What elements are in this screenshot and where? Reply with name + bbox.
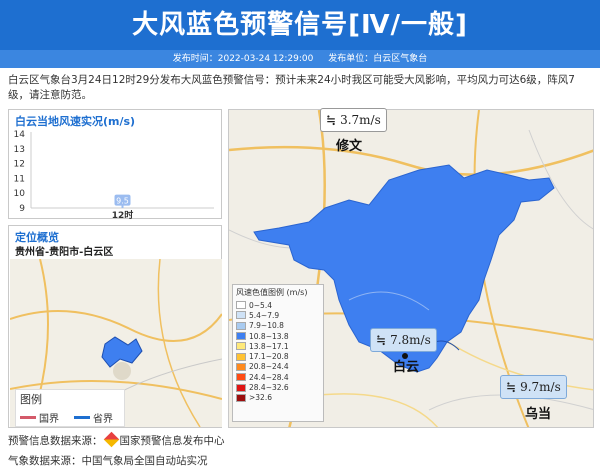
y-tick-label: 13: [14, 145, 25, 155]
warning-source-org[interactable]: 国家预警信息发布中心: [120, 435, 225, 447]
legend-label: 国界: [39, 414, 59, 425]
wind-speed-data-label: 9.5: [116, 197, 129, 206]
speed-legend-label: >32.6: [249, 393, 272, 403]
speed-legend-label: 17.1~20.8: [249, 352, 289, 362]
wind-icon: ≒: [326, 113, 337, 127]
speed-legend-swatch: [236, 342, 246, 351]
y-tick-label: 10: [14, 189, 26, 199]
station-callout-baiyun[interactable]: ≒ 7.8m/s: [370, 328, 437, 352]
y-tick-label: 14: [14, 130, 26, 140]
national-border-swatch: [20, 416, 36, 419]
speed-legend-swatch: [236, 383, 246, 392]
emergency-logo-icon: [103, 431, 119, 448]
speed-legend-label: 13.8~17.1: [249, 341, 289, 351]
y-tick-label: 11: [14, 174, 25, 184]
speed-legend-label: 0~5.4: [249, 300, 272, 310]
publish-time: 发布时间：2022-03-24 12:29:00: [172, 54, 314, 64]
speed-legend-item: 13.8~17.1: [233, 341, 323, 351]
province-border-swatch: [74, 416, 90, 419]
location-overview-panel: 定位概览 贵州省-贵阳市-白云区 图例 国界 省界: [8, 225, 222, 428]
speed-legend-item: >32.6: [233, 393, 323, 403]
speed-color-legend: 风速色值图例 (m/s) 0~5.4 5.4~7.9 7.9~10.8 10.8~13…: [232, 284, 324, 422]
wind-icon: ≒: [506, 380, 517, 394]
station-callout-wudang[interactable]: ≒ 9.7m/s: [500, 375, 567, 399]
speed-legend-item: 28.4~32.6: [233, 382, 323, 392]
speed-legend-rows: 0~5.4 5.4~7.9 7.9~10.8 10.8~13.8 13.8~17.1 17…: [233, 300, 323, 403]
station-speed: 9.7m/s: [520, 380, 561, 394]
meta-bar: 发布时间：2022-03-24 12:29:00 发布单位：白云区气象台: [0, 50, 600, 68]
legend-label: 省界: [93, 414, 113, 425]
speed-legend-label: 28.4~32.6: [249, 383, 289, 393]
speed-legend-label: 10.8~13.8: [249, 331, 289, 341]
wind-speed-chart: 91011121314 9.512时: [14, 130, 214, 220]
header-banner: 大风蓝色预警信号[Ⅳ/一般]: [0, 0, 600, 50]
speed-legend-swatch: [236, 352, 246, 361]
speed-legend-item: 20.8~24.4: [233, 362, 323, 372]
speed-legend-label: 7.9~10.8: [249, 321, 284, 331]
publisher: 发布单位：白云区气象台: [328, 54, 428, 64]
x-tick-label: 12时: [112, 209, 134, 220]
speed-legend-swatch: [236, 301, 246, 310]
speed-legend-label: 24.4~28.4: [249, 372, 289, 382]
speed-legend-item: 24.4~28.4: [233, 372, 323, 382]
warning-source-label: 预警信息数据来源：: [8, 435, 103, 447]
page-title: 大风蓝色预警信号[Ⅳ/一般]: [132, 10, 468, 40]
speed-legend-label: 20.8~24.4: [249, 362, 289, 372]
y-tick-label: 12: [14, 160, 25, 170]
warning-description: 白云区气象台3月24日12时29分发布大风蓝色预警信号：预计未来24小时我区可能…: [8, 74, 575, 101]
speed-legend-item: 5.4~7.9: [233, 310, 323, 320]
wind-chart-axis: 9 10 11 12 13 14: [14, 130, 26, 214]
weather-source-line: 气象数据来源：中国气象局全国自动站实况: [8, 455, 208, 467]
warning-source-line: 预警信息数据来源： 国家预警信息发布中心: [8, 431, 225, 448]
speed-legend-swatch: [236, 321, 246, 330]
speed-legend-swatch: [236, 362, 246, 371]
station-callout-xiuwen[interactable]: ≒ 3.7m/s: [320, 108, 387, 132]
speed-legend-label: 5.4~7.9: [249, 310, 280, 320]
speed-legend-item: 17.1~20.8: [233, 351, 323, 361]
overview-legend-title: 图例: [20, 393, 42, 406]
speed-legend-title: 风速色值图例 (m/s): [236, 288, 308, 297]
speed-legend-swatch: [236, 311, 246, 320]
legend-item-province-border: 省界: [74, 410, 113, 425]
overview-legend: 图例 国界 省界: [15, 389, 125, 427]
speed-legend-item: 10.8~13.8: [233, 331, 323, 341]
station-speed: 7.8m/s: [390, 333, 431, 347]
city-label-baiyun: 白云: [393, 360, 420, 375]
y-tick-label: 9: [19, 204, 25, 214]
speed-legend-item: 7.9~10.8: [233, 321, 323, 331]
location-path: 贵州省-贵阳市-白云区: [15, 247, 114, 258]
speed-legend-swatch: [236, 332, 246, 341]
speed-legend-item: 0~5.4: [233, 300, 323, 310]
wind-chart-marks: 9.512时: [112, 194, 134, 220]
wind-speed-panel: 白云当地风速实况(m/s) 9 10 11 12 13 14 9.5 12时: [8, 109, 222, 220]
city-label-wudang: 乌当: [525, 407, 552, 422]
legend-item-national-border: 国界: [20, 410, 59, 425]
city-label-xiuwen: 修文: [336, 139, 363, 154]
station-speed: 3.7m/s: [340, 113, 381, 127]
speed-legend-swatch: [236, 393, 246, 402]
speed-legend-swatch: [236, 373, 246, 382]
wind-icon: ≒: [376, 333, 387, 347]
